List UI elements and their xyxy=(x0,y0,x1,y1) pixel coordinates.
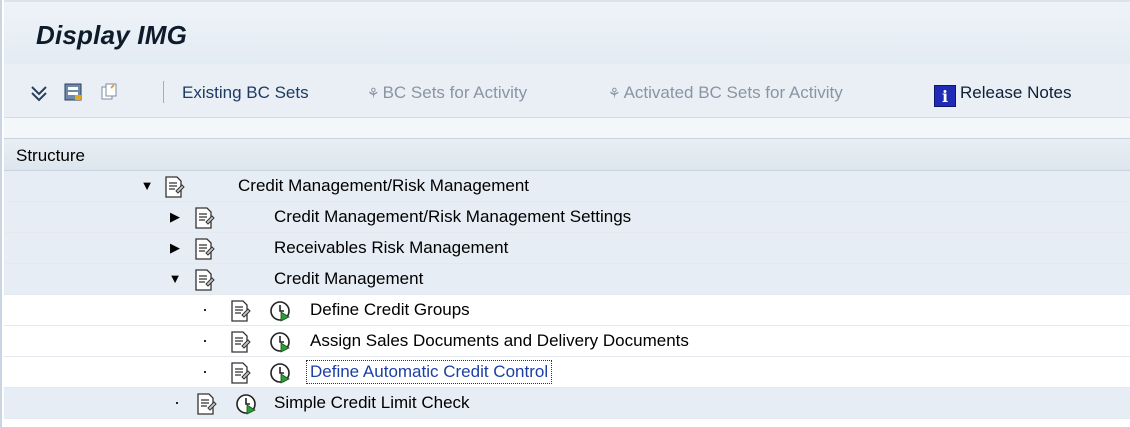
expand-icon[interactable] xyxy=(28,81,50,103)
documentation-icon[interactable] xyxy=(228,330,252,354)
activated-bc-sets-button[interactable]: ⚘ Activated BC Sets for Activity xyxy=(608,81,843,105)
tree-leaf-dot: · xyxy=(174,392,180,412)
tree-node-label: Assign Sales Documents and Delivery Docu… xyxy=(310,331,689,350)
documentation-icon[interactable] xyxy=(192,206,216,230)
release-notes-label: Release Notes xyxy=(960,83,1072,102)
documentation-icon[interactable] xyxy=(194,392,218,416)
tree-node-label: Receivables Risk Management xyxy=(274,238,509,257)
window-frame: Display IMG Existing BC Sets ⚘ BC Sets f… xyxy=(0,0,1130,427)
existing-bc-sets-button[interactable]: Existing BC Sets xyxy=(182,81,309,105)
tree-node-credit-risk-management[interactable]: ▼ Credit Management/Risk Management xyxy=(4,171,1130,202)
toolbar-separator xyxy=(163,81,164,103)
tree-node-risk-settings[interactable]: ▶ Credit Management/Risk Management Sett… xyxy=(4,202,1130,233)
structure-header-label: Structure xyxy=(16,146,85,165)
bc-set-icon: ⚘ xyxy=(608,85,621,101)
documentation-icon[interactable] xyxy=(228,299,252,323)
execute-clock-icon[interactable] xyxy=(234,392,258,416)
copy-icon[interactable] xyxy=(98,81,120,103)
title-bar: Display IMG xyxy=(4,0,1130,64)
toolbar-spacer xyxy=(4,118,1130,138)
page-title: Display IMG xyxy=(36,20,188,50)
find-icon[interactable] xyxy=(62,81,84,103)
tree-node-define-credit-groups[interactable]: · Define Credit Groups xyxy=(4,295,1130,326)
tree-node-label-focused[interactable]: Define Automatic Credit Control xyxy=(305,360,553,384)
tree-column-header: Structure xyxy=(4,138,1130,171)
tree-node-simple-credit-limit-check[interactable]: · Simple Credit Limit Check xyxy=(4,388,1130,419)
info-icon: i xyxy=(934,85,956,107)
execute-clock-icon[interactable] xyxy=(268,299,292,323)
bc-set-icon: ⚘ xyxy=(367,85,380,101)
documentation-icon[interactable] xyxy=(192,237,216,261)
application-toolbar: Existing BC Sets ⚘ BC Sets for Activity ⚘… xyxy=(4,64,1130,118)
expand-arrow-icon[interactable]: ▼ xyxy=(140,177,154,195)
collapse-arrow-icon[interactable]: ▶ xyxy=(168,239,182,257)
documentation-icon[interactable] xyxy=(162,175,186,199)
execute-clock-icon[interactable] xyxy=(268,330,292,354)
bc-sets-for-activity-label: BC Sets for Activity xyxy=(382,83,528,102)
collapse-arrow-icon[interactable]: ▶ xyxy=(168,208,182,226)
tree-leaf-dot: · xyxy=(202,299,208,319)
tree-node-label: Simple Credit Limit Check xyxy=(274,393,470,412)
tree-node-assign-sales-documents[interactable]: · Assign Sales Documents and Delivery Do… xyxy=(4,326,1130,357)
documentation-icon[interactable] xyxy=(228,361,252,385)
tree-node-label: Define Credit Groups xyxy=(310,300,470,319)
tree-node-label: Credit Management/Risk Management Settin… xyxy=(274,207,632,226)
documentation-icon[interactable] xyxy=(192,268,216,292)
existing-bc-sets-label: Existing BC Sets xyxy=(182,83,309,102)
activated-bc-sets-label: Activated BC Sets for Activity xyxy=(623,83,843,102)
tree-node-label: Credit Management xyxy=(274,269,424,288)
tree-node-credit-management[interactable]: ▼ Credit Management xyxy=(4,264,1130,295)
release-notes-button[interactable]: i Release Notes xyxy=(934,81,1072,107)
expand-arrow-icon[interactable]: ▼ xyxy=(168,270,182,288)
tree-node-define-automatic-credit-control[interactable]: · Define Automatic Credit Control xyxy=(4,357,1130,388)
tree-node-receivables-risk[interactable]: ▶ Receivables Risk Management xyxy=(4,233,1130,264)
tree-node-label: Credit Management/Risk Management xyxy=(238,176,530,195)
bc-sets-for-activity-button[interactable]: ⚘ BC Sets for Activity xyxy=(367,81,527,105)
tree-leaf-dot: · xyxy=(202,330,208,350)
tree-leaf-dot: · xyxy=(202,361,208,381)
execute-clock-icon[interactable] xyxy=(268,361,292,385)
